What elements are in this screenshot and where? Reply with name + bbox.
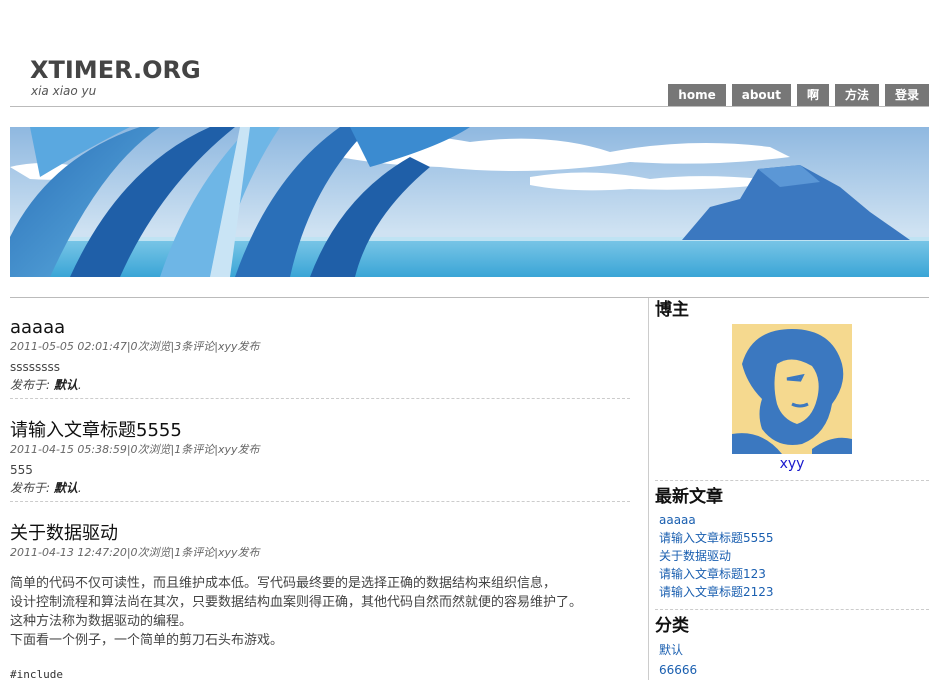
post-meta: 2011-04-13 12:47:20|0次浏览|1条评论|xyy发布 <box>10 546 260 559</box>
site-title[interactable]: XTIMER.ORG <box>30 56 201 84</box>
nav-home[interactable]: home <box>668 84 726 106</box>
recent-post-link[interactable]: 请输入文章标题123 <box>659 565 929 583</box>
recent-post-link[interactable]: 请输入文章标题2123 <box>659 583 929 601</box>
post-item: 请输入文章标题5555 2011-04-15 05:38:59|0次浏览|1条评… <box>10 419 630 502</box>
author-card: xyy <box>655 324 929 472</box>
post-title[interactable]: 关于数据驱动 <box>10 522 630 546</box>
post-meta: 2011-04-15 05:38:59|0次浏览|1条评论|xyy发布 <box>10 443 260 456</box>
nav-login[interactable]: 登录 <box>884 84 929 106</box>
sidebar: 博主 xyy 最新文章 aaaaa 请输入文章标题5555 关于数据驱动 请输入… <box>655 298 929 680</box>
recent-post-link[interactable]: 关于数据驱动 <box>659 547 929 565</box>
post-item: 关于数据驱动 2011-04-13 12:47:20|0次浏览|1条评论|xyy… <box>10 522 630 680</box>
post-meta: 2011-05-05 02:01:47|0次浏览|3条评论|xyy发布 <box>10 340 260 353</box>
post-body: 555 <box>10 463 33 477</box>
nav-about[interactable]: about <box>731 84 791 106</box>
nav-fangfa[interactable]: 方法 <box>834 84 879 106</box>
category-suffix: . <box>77 481 82 495</box>
category-link[interactable]: 默认 <box>54 481 78 495</box>
post-item: aaaaa 2011-05-05 02:01:47|0次浏览|3条评论|xyy发… <box>10 316 630 399</box>
category-prefix: 发布于: <box>10 378 54 392</box>
post-body: 简单的代码不仅可读性，而且维护成本低。写代码最终要的是选择正确的数据结构来组织信… <box>10 574 630 650</box>
site-subtitle: xia xiao yu <box>31 84 97 98</box>
author-name-link[interactable]: xyy <box>655 456 929 472</box>
post-title[interactable]: 请输入文章标题5555 <box>10 419 630 443</box>
recent-post-link[interactable]: 请输入文章标题5555 <box>659 529 929 547</box>
avatar[interactable] <box>732 324 852 454</box>
recent-posts-heading: 最新文章 <box>655 487 723 507</box>
recent-posts-section: 最新文章 aaaaa 请输入文章标题5555 关于数据驱动 请输入文章标题123… <box>655 485 929 610</box>
category-suffix: . <box>77 378 82 392</box>
post-body-line: 下面看一个例子，一个简单的剪刀石头布游戏。 <box>10 633 284 648</box>
post-list: aaaaa 2011-05-05 02:01:47|0次浏览|3条评论|xyy发… <box>10 316 630 680</box>
recent-post-link[interactable]: aaaaa <box>659 511 929 529</box>
post-body-line: 这种方法称为数据驱动的编程。 <box>10 614 193 629</box>
post-body-line: 设计控制流程和算法尚在其次，只要数据结构血案则得正确，其他代码自然而然就便的容易… <box>10 595 583 610</box>
post-body-line: 简单的代码不仅可读性，而且维护成本低。写代码最终要的是选择正确的数据结构来组织信… <box>10 576 557 591</box>
main-nav: home about 啊 方法 登录 <box>668 84 929 106</box>
recent-posts-list: aaaaa 请输入文章标题5555 关于数据驱动 请输入文章标题123 请输入文… <box>655 511 929 601</box>
column-divider <box>648 298 649 680</box>
author-heading: 博主 <box>655 300 689 320</box>
nav-a[interactable]: 啊 <box>796 84 829 106</box>
category-item[interactable]: 66666 <box>659 660 929 680</box>
categories-heading: 分类 <box>655 616 689 636</box>
post-category: 发布于: 默认. <box>10 479 630 497</box>
header-banner-image <box>10 127 929 277</box>
categories-list: 默认 66666 <box>655 640 929 680</box>
code-snippet: #include <box>10 668 63 680</box>
category-link[interactable]: 默认 <box>54 378 78 392</box>
category-prefix: 发布于: <box>10 481 54 495</box>
post-body: ssssssss <box>10 360 61 374</box>
categories-section: 分类 默认 66666 <box>655 614 929 680</box>
header-divider <box>10 106 929 107</box>
post-category: 发布于: 默认. <box>10 376 630 394</box>
post-title[interactable]: aaaaa <box>10 316 630 340</box>
category-item[interactable]: 默认 <box>659 640 929 660</box>
author-section: 博主 xyy <box>655 298 929 481</box>
